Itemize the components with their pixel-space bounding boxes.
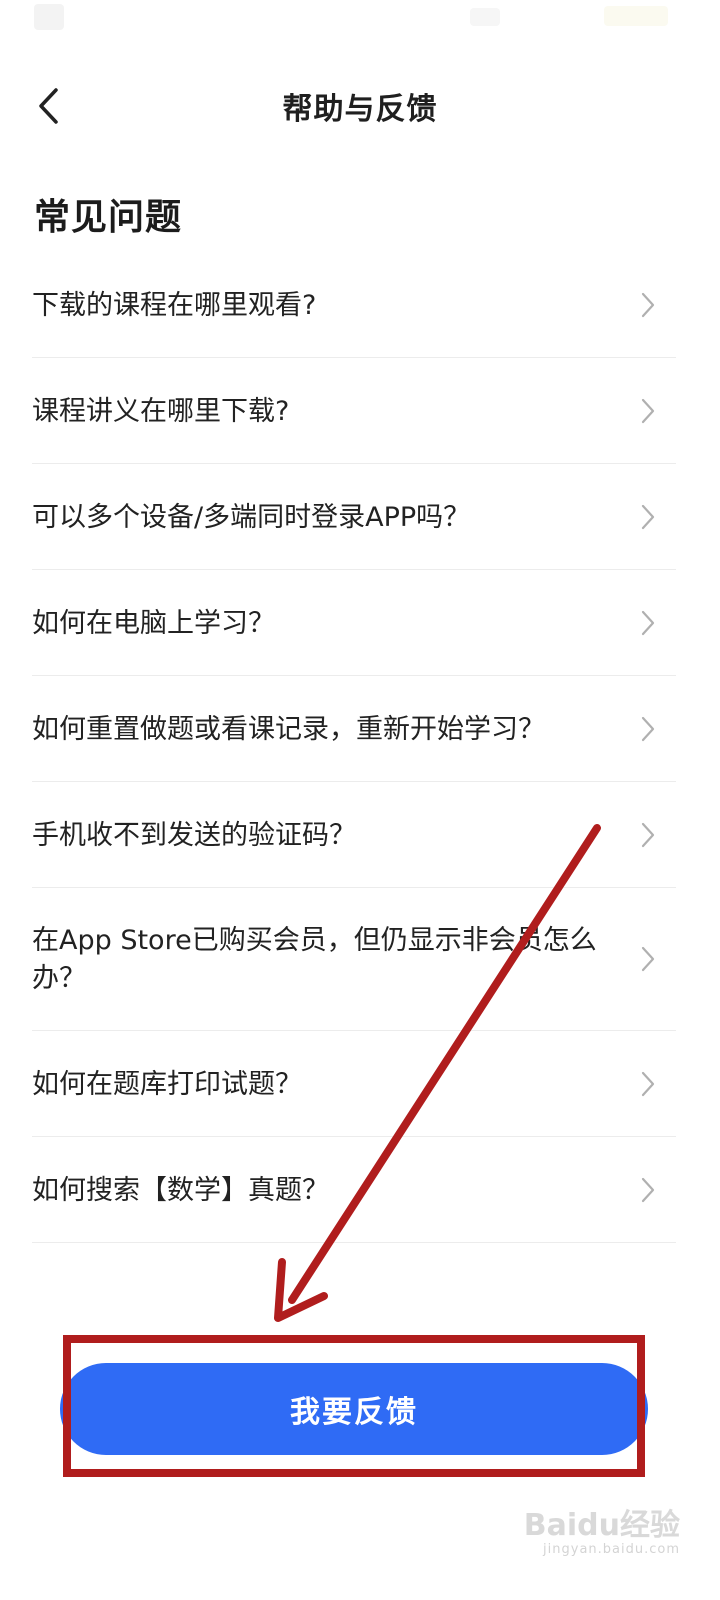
faq-item[interactable]: 课程讲义在哪里下载? <box>32 358 676 464</box>
faq-list: 下载的课程在哪里观看? 课程讲义在哪里下载? 可以多个设备/多端同时登录APP吗… <box>32 252 676 1243</box>
faq-item[interactable]: 如何在电脑上学习？ <box>32 570 676 676</box>
feedback-button[interactable]: 我要反馈 <box>60 1363 648 1455</box>
status-battery-indicator <box>604 6 668 26</box>
faq-item[interactable]: 如何搜索【数学】真题？ <box>32 1137 676 1243</box>
faq-section-title: 常见问题 <box>34 197 183 238</box>
faq-item[interactable]: 如何在题库打印试题？ <box>32 1031 676 1137</box>
faq-question: 如何在题库打印试题？ <box>32 1068 302 1100</box>
chevron-right-icon <box>641 610 655 635</box>
status-signal-indicator <box>470 8 500 26</box>
help-feedback-screen: 帮助与反馈 常见问题 下载的课程在哪里观看? 课程讲义在哪里下载? 可以多个设备… <box>0 0 720 1600</box>
faq-question: 下载的课程在哪里观看? <box>32 289 317 321</box>
chevron-right-icon <box>641 822 655 847</box>
faq-item[interactable]: 如何重置做题或看课记录，重新开始学习？ <box>32 676 676 782</box>
chevron-right-icon <box>641 398 655 423</box>
chevron-right-icon <box>641 716 655 741</box>
header: 帮助与反馈 <box>0 70 720 140</box>
chevron-right-icon <box>641 504 655 529</box>
status-left-indicator <box>34 4 64 30</box>
faq-question: 课程讲义在哪里下载? <box>32 395 290 427</box>
faq-item[interactable]: 在App Store已购买会员，但仍显示非会员怎么办？ <box>32 888 676 1031</box>
chevron-right-icon <box>641 1177 655 1202</box>
faq-item[interactable]: 手机收不到发送的验证码？ <box>32 782 676 888</box>
status-bar <box>0 0 720 48</box>
faq-item[interactable]: 下载的课程在哪里观看? <box>32 252 676 358</box>
faq-question: 如何搜索【数学】真题？ <box>32 1174 329 1206</box>
faq-question: 如何在电脑上学习？ <box>32 607 275 639</box>
watermark-url: jingyan.baidu.com <box>543 1542 680 1557</box>
page-title: 帮助与反馈 <box>282 92 438 127</box>
chevron-right-icon <box>641 292 655 317</box>
chevron-right-icon <box>641 1071 655 1096</box>
faq-question: 手机收不到发送的验证码？ <box>32 819 356 851</box>
watermark: Baidu经验 jingyan.baidu.com <box>480 1500 680 1580</box>
faq-question: 可以多个设备/多端同时登录APP吗？ <box>32 501 471 533</box>
faq-item[interactable]: 可以多个设备/多端同时登录APP吗？ <box>32 464 676 570</box>
watermark-logo: Baidu经验 <box>523 1508 680 1543</box>
faq-question: 如何重置做题或看课记录，重新开始学习？ <box>32 713 545 745</box>
chevron-right-icon <box>641 946 655 972</box>
faq-question: 在App Store已购买会员，但仍显示非会员怎么办？ <box>32 925 597 994</box>
